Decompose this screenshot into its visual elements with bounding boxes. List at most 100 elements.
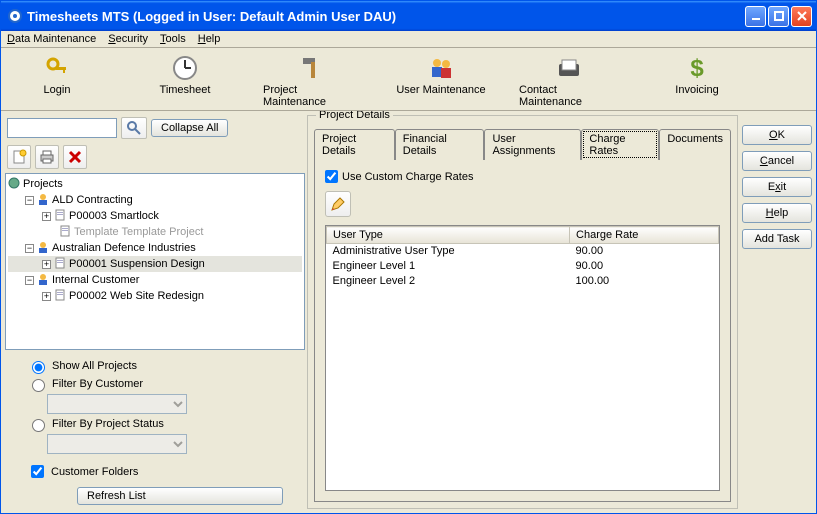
menubar: Data Maintenance Security Tools Help xyxy=(1,31,816,48)
tree-node[interactable]: + P00001 Suspension Design xyxy=(8,256,302,272)
toolbar-project-maintenance[interactable]: Project Maintenance xyxy=(263,52,363,108)
charge-rates-grid[interactable]: User TypeCharge Rate Administrative User… xyxy=(325,225,720,491)
tree-label: P00002 Web Site Redesign xyxy=(69,290,204,302)
delete-button[interactable] xyxy=(63,145,87,169)
tree-label: Template Template Project xyxy=(74,226,203,238)
rolodex-icon xyxy=(553,52,585,84)
edit-rate-button[interactable] xyxy=(325,191,351,217)
customer-select[interactable] xyxy=(47,394,187,414)
dollar-icon: $ xyxy=(681,52,713,84)
filter-show-all[interactable]: Show All Projects xyxy=(27,358,283,374)
maximize-button[interactable] xyxy=(768,6,789,27)
print-button[interactable] xyxy=(35,145,59,169)
use-custom-rates-check[interactable]: Use Custom Charge Rates xyxy=(325,170,720,183)
menu-data-maintenance[interactable]: Data Maintenance xyxy=(7,33,96,45)
doc-icon xyxy=(54,209,66,224)
menu-tools[interactable]: Tools xyxy=(160,33,186,45)
expander-icon[interactable]: + xyxy=(42,260,51,269)
printer-icon xyxy=(39,149,55,165)
toolbar-invoicing[interactable]: $Invoicing xyxy=(647,52,747,108)
tree-node[interactable]: +P00003 Smartlock xyxy=(8,208,302,224)
tab-project-details[interactable]: Project Details xyxy=(314,129,395,160)
project-details-group: Project Details Project DetailsFinancial… xyxy=(307,115,738,509)
column-header[interactable]: User Type xyxy=(327,227,570,244)
tab-body: Use Custom Charge Rates User TypeCharge … xyxy=(314,159,731,502)
doc-icon xyxy=(54,289,66,304)
customer-folders-check[interactable]: Customer Folders xyxy=(27,462,283,481)
group-legend: Project Details xyxy=(316,111,393,121)
tab-charge-rates[interactable]: Charge Rates xyxy=(581,129,659,160)
hammer-icon xyxy=(297,52,329,84)
person-icon xyxy=(37,193,49,208)
expander-icon[interactable]: − xyxy=(25,276,34,285)
menu-security[interactable]: Security xyxy=(108,33,148,45)
cancel-button[interactable]: Cancel xyxy=(742,151,812,171)
person-icon xyxy=(37,273,49,288)
exit-button[interactable]: Exit xyxy=(742,177,812,197)
tree-node[interactable]: Template Template Project xyxy=(8,224,302,240)
cell-rate: 90.00 xyxy=(570,244,719,259)
add-task-button[interactable]: Add Task xyxy=(742,229,812,249)
toolbar-timesheet[interactable]: Timesheet xyxy=(135,52,235,108)
magnifier-icon xyxy=(126,120,142,136)
table-row[interactable]: Administrative User Type90.00 xyxy=(327,244,719,259)
gear-icon xyxy=(8,177,20,192)
expander-icon[interactable]: + xyxy=(42,212,51,221)
left-pane: Collapse All Projects−ALD Contracting+P0… xyxy=(5,115,305,509)
window-title: Timesheets MTS (Logged in User: Default … xyxy=(27,9,745,24)
tree-root[interactable]: Projects xyxy=(8,176,302,192)
filter-by-customer[interactable]: Filter By Customer xyxy=(27,376,283,392)
expander-icon[interactable]: + xyxy=(42,292,51,301)
svg-text:$: $ xyxy=(690,55,704,82)
toolbar-label: Contact Maintenance xyxy=(519,84,619,108)
cell-rate: 100.00 xyxy=(570,274,719,289)
help-button[interactable]: Help xyxy=(742,203,812,223)
tab-documents[interactable]: Documents xyxy=(659,129,731,160)
doc-icon xyxy=(54,257,66,272)
minimize-button[interactable] xyxy=(745,6,766,27)
collapse-all-button[interactable]: Collapse All xyxy=(151,119,228,137)
toolbar-label: Project Maintenance xyxy=(263,84,363,108)
clock-icon xyxy=(169,52,201,84)
titlebar: Timesheets MTS (Logged in User: Default … xyxy=(1,1,816,31)
expander-icon[interactable]: − xyxy=(25,244,34,253)
close-button[interactable] xyxy=(791,6,812,27)
cell-user-type: Engineer Level 1 xyxy=(327,259,570,274)
toolbar: Login Timesheet Project Maintenance User Ma… xyxy=(1,48,816,111)
people-icon xyxy=(425,52,457,84)
cell-user-type: Administrative User Type xyxy=(327,244,570,259)
search-input[interactable] xyxy=(7,118,117,138)
tab-user-assignments[interactable]: User Assignments xyxy=(484,129,581,160)
filter-by-status[interactable]: Filter By Project Status xyxy=(27,416,283,432)
main-window: Timesheets MTS (Logged in User: Default … xyxy=(0,0,817,514)
cell-user-type: Engineer Level 2 xyxy=(327,274,570,289)
toolbar-login[interactable]: Login xyxy=(7,52,107,108)
menu-help[interactable]: Help xyxy=(198,33,221,45)
tabs: Project DetailsFinancial DetailsUser Ass… xyxy=(314,128,731,159)
action-buttons: OK Cancel Exit Help Add Task xyxy=(742,115,812,509)
toolbar-label: Timesheet xyxy=(160,84,211,96)
toolbar-contact-maintenance[interactable]: Contact Maintenance xyxy=(519,52,619,108)
status-select[interactable] xyxy=(47,434,187,454)
expander-icon[interactable]: − xyxy=(25,196,34,205)
project-tree[interactable]: Projects−ALD Contracting+P00003 Smartloc… xyxy=(5,173,305,350)
new-doc-icon xyxy=(11,149,27,165)
tab-financial-details[interactable]: Financial Details xyxy=(395,129,485,160)
refresh-list-button[interactable]: Refresh List xyxy=(77,487,283,505)
tree-node[interactable]: + P00002 Web Site Redesign xyxy=(8,288,302,304)
tree-node[interactable]: −Australian Defence Industries xyxy=(8,240,302,256)
app-icon xyxy=(7,8,23,24)
toolbar-user-maintenance[interactable]: User Maintenance xyxy=(391,52,491,108)
column-header[interactable]: Charge Rate xyxy=(570,227,719,244)
tree-node[interactable]: − Internal Customer xyxy=(8,272,302,288)
doc-icon xyxy=(59,225,71,240)
filter-box: Show All Projects Filter By Customer Fil… xyxy=(5,352,305,509)
table-row[interactable]: Engineer Level 190.00 xyxy=(327,259,719,274)
tree-label: Internal Customer xyxy=(52,274,139,286)
table-row[interactable]: Engineer Level 2100.00 xyxy=(327,274,719,289)
search-button[interactable] xyxy=(121,117,147,139)
new-button[interactable] xyxy=(7,145,31,169)
tree-label: P00001 Suspension Design xyxy=(69,258,205,270)
ok-button[interactable]: OK xyxy=(742,125,812,145)
tree-node[interactable]: −ALD Contracting xyxy=(8,192,302,208)
